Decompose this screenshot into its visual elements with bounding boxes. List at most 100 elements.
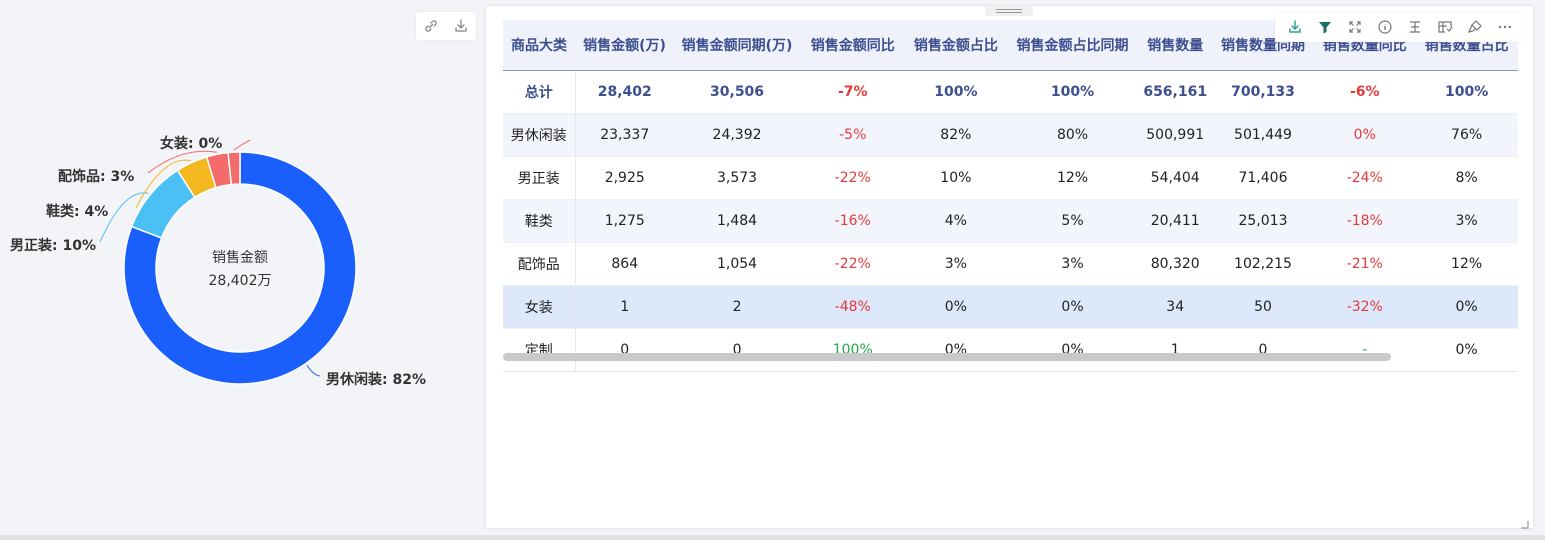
table-cell: 700,133 — [1211, 70, 1315, 114]
table-toolbar — [1275, 12, 1525, 42]
data-table-container: 商品大类 销售金额(万) 销售金额同期(万) 销售金额同比 销售金额占比 销售金额占比同期… — [503, 20, 1518, 372]
table-row[interactable]: 男休闲装 23,337 24,392 -5% 82% 80% 500,991 501,449 0… — [503, 113, 1518, 157]
leader-line — [233, 139, 251, 151]
column-header[interactable]: 销售金额占比同期 — [1006, 20, 1139, 71]
table-cell: 0 — [575, 328, 674, 371]
table-cell: 34 — [1138, 285, 1212, 329]
table-cell: 500,991 — [1138, 113, 1212, 157]
table-cell: 20,411 — [1138, 199, 1212, 243]
table-cell: 0% — [1006, 328, 1139, 371]
column-header[interactable]: 销售金额同期(万) — [673, 20, 801, 71]
brush-icon[interactable] — [1461, 15, 1489, 39]
table-cell: -32% — [1314, 285, 1416, 329]
table-cell: 12% — [1006, 156, 1139, 200]
column-header[interactable]: 销售金额占比 — [905, 20, 1007, 71]
table-cell: 24,392 — [673, 113, 801, 157]
table-cell: 28,402 — [575, 70, 674, 114]
column-header[interactable]: 销售数量 — [1138, 20, 1212, 71]
table-cell: 80,320 — [1138, 242, 1212, 286]
table-cell: 3% — [905, 242, 1007, 286]
slice-label: 鞋类: 4% — [46, 203, 108, 220]
table-cell: 100% — [1415, 70, 1518, 114]
row-category-cell: 女装 — [503, 285, 576, 329]
chart-center-title: 销售金额 — [212, 250, 268, 266]
table-cell: -21% — [1314, 242, 1416, 286]
table-cell: 25,013 — [1211, 199, 1315, 243]
layout-icon[interactable] — [1401, 15, 1429, 39]
table-cell: 80% — [1006, 113, 1139, 157]
resize-handle-icon[interactable] — [1519, 514, 1529, 529]
table-cell: 100% — [905, 70, 1007, 114]
table-cell: 0% — [1415, 285, 1518, 329]
table-cell: 0% — [1415, 328, 1518, 371]
total-row[interactable]: 总计 28,402 30,506 -7% 100% 100% 656,161 700,133-… — [503, 70, 1518, 114]
table-cell: -5% — [800, 113, 906, 157]
table-cell: -22% — [800, 242, 906, 286]
chart-center-value: 28,402万 — [209, 273, 272, 289]
table-cell: 1 — [575, 285, 674, 329]
row-category-cell: 定制 — [503, 328, 576, 371]
chart-panel: 男休闲装: 82% 男正装: 10% 鞋类: 4% 配饰品: 3% 女装: 0% 销售金… — [0, 0, 480, 530]
slice-label: 男正装: 10% — [10, 237, 96, 254]
table-cell: 3% — [1006, 242, 1139, 286]
table-cell: 4% — [905, 199, 1007, 243]
table-cell: 0 — [673, 328, 801, 371]
table-cell: 23,337 — [575, 113, 674, 157]
table-cell: -16% — [800, 199, 906, 243]
fullscreen-icon[interactable] — [1341, 15, 1369, 39]
row-category-cell: 男正装 — [503, 156, 576, 200]
table-row[interactable]: 定制 0 0 100% 0% 0% 1 0-0% — [503, 328, 1518, 371]
drag-handle[interactable] — [985, 6, 1033, 16]
table-cell: -24% — [1314, 156, 1416, 200]
table-cell: 30,506 — [673, 70, 801, 114]
table-cell: 102,215 — [1211, 242, 1315, 286]
table-cell: 82% — [905, 113, 1007, 157]
table-cell: 100% — [1006, 70, 1139, 114]
table-row[interactable]: 男正装 2,925 3,573 -22% 10% 12% 54,404 71,406 -24% 8… — [503, 156, 1518, 200]
table-cell: 0% — [1006, 285, 1139, 329]
info-icon[interactable] — [1371, 15, 1399, 39]
row-category-cell: 鞋类 — [503, 199, 576, 243]
table-cell: 0% — [905, 285, 1007, 329]
filter-icon[interactable] — [1311, 15, 1339, 39]
table-panel: 商品大类 销售金额(万) 销售金额同期(万) 销售金额同比 销售金额占比 销售金额占比同期… — [486, 6, 1533, 529]
table-cell: -48% — [800, 285, 906, 329]
row-category-cell: 男休闲装 — [503, 113, 576, 157]
table-cell: 1,054 — [673, 242, 801, 286]
table-cell: 1 — [1138, 328, 1212, 371]
table-cell: - — [1314, 328, 1416, 371]
table-cell: 501,449 — [1211, 113, 1315, 157]
row-category-cell: 配饰品 — [503, 242, 576, 286]
table-cell: 10% — [905, 156, 1007, 200]
table-cell: 5% — [1006, 199, 1139, 243]
horizontal-scrollbar[interactable] — [503, 353, 1391, 361]
table-cell: 3,573 — [673, 156, 801, 200]
bottom-divider — [0, 535, 1545, 540]
table-row[interactable]: 鞋类 1,275 1,484 -16% 4% 5% 20,411 25,013 -18% 3% — [503, 199, 1518, 243]
table-cell: 2 — [673, 285, 801, 329]
table-cell: 12% — [1415, 242, 1518, 286]
table-row[interactable]: 女装 1 2 -48% 0% 0% 34 50 -32% 0% — [503, 285, 1518, 329]
table-cell: 2,925 — [575, 156, 674, 200]
table-cell: -6% — [1314, 70, 1416, 114]
table-row[interactable]: 配饰品 864 1,054 -22% 3% 3% 80,320 102,215 -21% 12% — [503, 242, 1518, 286]
export-icon[interactable] — [1281, 15, 1309, 39]
table-cell: -7% — [800, 70, 906, 114]
table-cell: 76% — [1415, 113, 1518, 157]
slice-label: 女装: 0% — [160, 135, 222, 152]
more-icon[interactable] — [1491, 15, 1519, 39]
row-category-cell: 总计 — [503, 70, 576, 114]
slice-label: 男休闲装: 82% — [326, 371, 426, 388]
table-cell: -18% — [1314, 199, 1416, 243]
table-cell: 8% — [1415, 156, 1518, 200]
column-header[interactable]: 销售金额(万) — [575, 20, 674, 71]
table-cell: 100% — [800, 328, 906, 371]
column-header[interactable]: 商品大类 — [503, 20, 575, 71]
table-cell: -22% — [800, 156, 906, 200]
column-header[interactable]: 销售金额同比 — [800, 20, 906, 71]
leader-line — [306, 364, 321, 377]
slice-label: 配饰品: 3% — [58, 168, 134, 185]
data-table: 商品大类 销售金额(万) 销售金额同期(万) 销售金额同比 销售金额占比 销售金额占比同期… — [503, 20, 1518, 371]
table-cell: 54,404 — [1138, 156, 1212, 200]
table-settings-icon[interactable] — [1431, 15, 1459, 39]
